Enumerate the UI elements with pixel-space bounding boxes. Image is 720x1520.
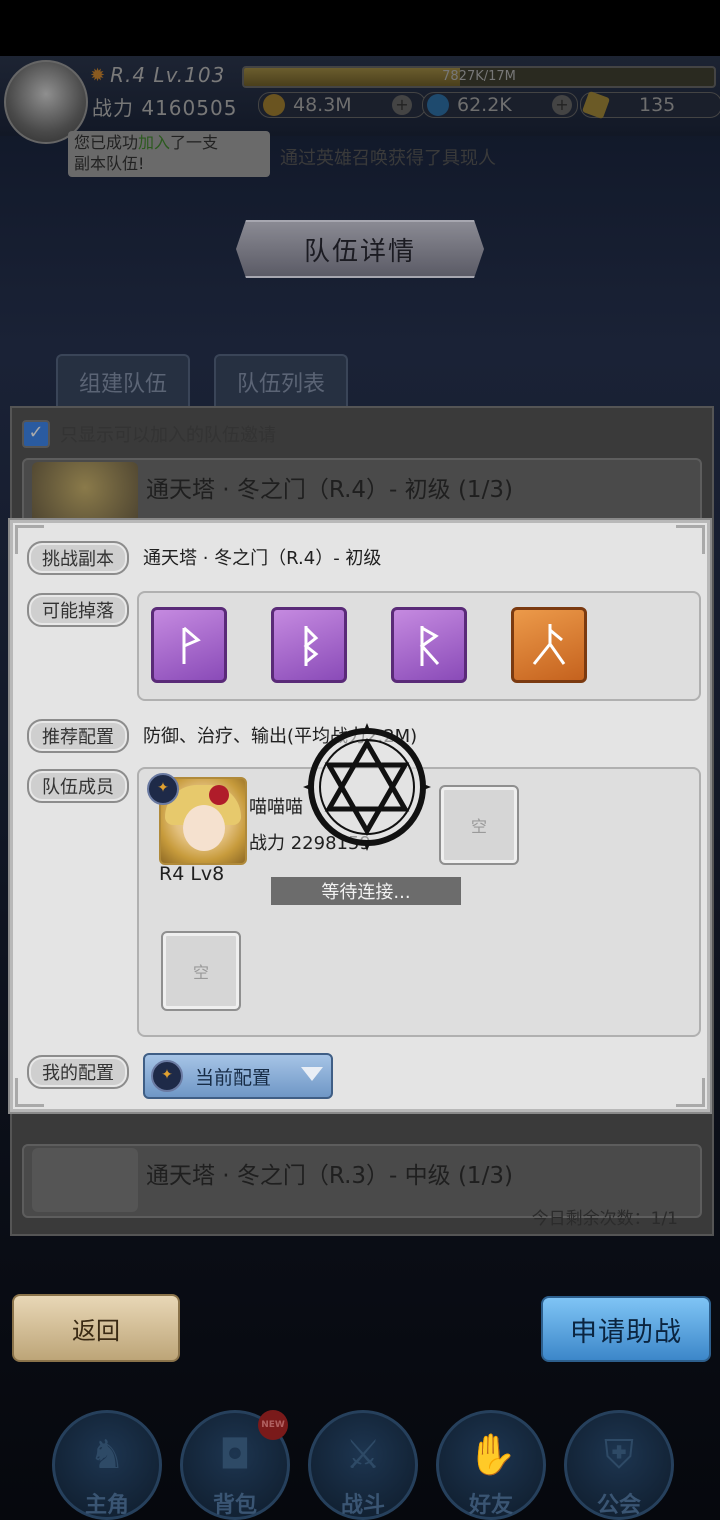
team-detail-dialog: 挑战副本 通天塔 · 冬之门（R.4）- 初级 可能掉落 推荐配置 防御、治疗、… [10,520,710,1112]
back-button[interactable]: 返回 [12,1294,180,1362]
config-class-icon: ✦ [151,1060,183,1092]
portrait-face [183,805,225,851]
player-power: 战力 4160505 [92,96,238,120]
drops-tag: 可能掉落 [27,593,129,627]
toast-text-c: 副本队伍! [74,154,145,173]
rank-label: R.4 Lv.103 [110,63,226,87]
toast-text-a: 您已成功 [74,133,139,152]
challenge-value: 通天塔 · 冬之门（R.4）- 初级 [143,548,382,569]
purple-rune-icon[interactable] [391,607,467,683]
hero-icon: ♞ [89,1432,125,1478]
purple-rune-icon[interactable] [271,607,347,683]
nav-label: 主角 [84,1493,129,1518]
filter-checkbox[interactable]: ✓ [22,420,50,448]
class-icon: ✦ [147,773,179,805]
member-rank: R4 Lv8 [159,863,225,885]
exp-bar: 7827K/17M [242,66,716,88]
nav-label: 背包 [212,1493,257,1518]
gold-coin-icon [263,94,285,116]
rank-gear-icon: ✹ [90,64,107,86]
new-badge: NEW [258,1410,288,1440]
bottom-nav: ♞ 主角 ◘ 背包 ⚔ 战斗 ✋ 好友 ⛨ 公会 [0,1400,720,1520]
recommend-tag: 推荐配置 [27,719,129,753]
filter-row[interactable]: ✓ 只显示可以加入的队伍邀请 [22,420,276,448]
crystal-value: 135 [639,94,676,116]
empty-slot-label: 空 [192,963,209,982]
nav-battle[interactable]: ⚔ 战斗 [308,1410,418,1520]
gem-value: 62.2K [457,94,512,116]
add-gems-icon[interactable]: + [552,95,572,115]
config-value: 当前配置 [195,1066,272,1089]
team-title: 通天塔 · 冬之门（R.3）- 中级 (1/3) [146,1163,513,1189]
crystal-icon [581,90,611,120]
nav-label: 战斗 [340,1493,385,1518]
announcement-marquee: 通过英雄召唤获得了具现人 [280,148,496,169]
handshake-icon: ✋ [467,1432,517,1478]
dialog-corner-ornament [676,525,705,554]
members-tag: 队伍成员 [27,769,129,803]
portrait-rose [209,785,229,805]
dialog-corner-ornament [676,1078,705,1107]
empty-slot-label: 空 [470,817,487,836]
gem-icon [427,94,449,116]
empty-member-slot[interactable]: 空 [439,785,519,865]
empty-member-slot[interactable]: 空 [161,931,241,1011]
join-toast: 您已成功加入了一支 副本队伍! [68,131,270,177]
player-rank: ✹ R.4 Lv.103 [90,62,240,88]
tab-create-team[interactable]: 组建队伍 [56,354,190,408]
waiting-connection: 等待连接... [271,877,461,905]
nav-guild[interactable]: ⛨ 公会 [564,1410,674,1520]
purple-rune-icon[interactable] [151,607,227,683]
team-title: 通天塔 · 冬之门（R.4）- 初级 (1/3) [146,477,513,503]
exp-label: 7827K/17M [442,69,516,84]
member-name: 喵喵喵 [249,797,303,818]
guild-crest-icon: ⛨ [604,1432,634,1478]
loading-hexagram-icon [303,723,431,851]
page-title: 队伍详情 [236,220,484,278]
team-leader-portrait [32,462,138,526]
toast-highlight: 加入 [138,133,171,152]
challenge-tag: 挑战副本 [27,541,129,575]
remaining-attempts: 今日剩余次数：1/1 [531,1209,678,1229]
nav-label: 公会 [596,1493,641,1518]
toast-text-b: 了一支 [170,133,219,152]
crystal-counter: 135 [580,90,720,120]
gold-value: 48.3M [293,94,352,116]
orange-rune-icon[interactable] [511,607,587,683]
nav-friends[interactable]: ✋ 好友 [436,1410,546,1520]
my-config-tag: 我的配置 [27,1055,129,1089]
nav-label: 好友 [468,1493,513,1518]
team-leader-portrait [32,1148,138,1212]
apply-assist-button[interactable]: 申请助战 [541,1296,711,1362]
crossed-swords-icon: ⚔ [345,1432,381,1478]
filter-label: 只显示可以加入的队伍邀请 [60,425,276,446]
add-gold-icon[interactable]: + [392,95,412,115]
dropdown-arrow-icon [301,1067,323,1081]
bag-icon: ◘ [219,1432,251,1478]
nav-hero[interactable]: ♞ 主角 [52,1410,162,1520]
tab-team-list[interactable]: 队伍列表 [214,354,348,408]
config-select[interactable]: ✦ 当前配置 [143,1053,333,1099]
